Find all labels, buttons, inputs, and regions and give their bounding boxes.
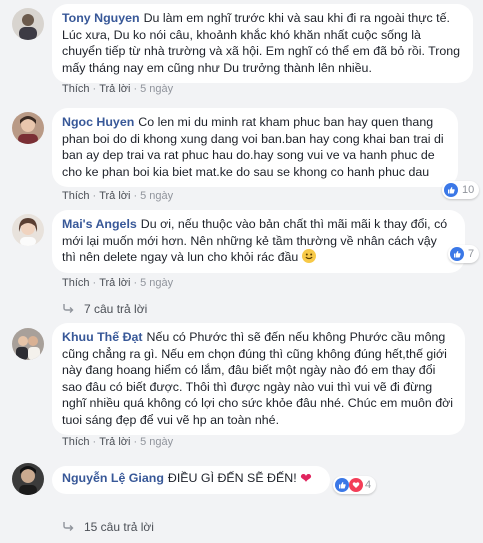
comment-time[interactable]: 5 ngày — [140, 190, 173, 202]
like-link[interactable]: Thích — [62, 190, 90, 202]
reaction-count: 10 — [462, 184, 475, 196]
comment-actions: Thích · Trả lời · 5 ngày — [62, 277, 174, 289]
avatar[interactable] — [12, 8, 44, 40]
comment-time[interactable]: 5 ngày — [140, 277, 173, 289]
comment-author[interactable]: Tony Nguyen — [62, 11, 140, 25]
comment-actions: Thích · Trả lời · 5 ngày — [62, 190, 174, 202]
avatar[interactable] — [12, 328, 44, 360]
comment-bubble: Nguyễn Lệ Giang ĐIỀU GÌ ĐẾN SẼ ĐẾN! ❤ — [52, 466, 330, 494]
like-link[interactable]: Thích — [62, 83, 90, 95]
comment-bubble: Ngoc Huyen Co len mi du minh rat kham phu… — [52, 108, 458, 187]
comment-bubble: Tony Nguyen Du làm em nghĩ trước khi và s… — [52, 4, 473, 83]
comment-author[interactable]: Mai's Angels — [62, 217, 137, 231]
view-replies-link[interactable]: 15 câu trả lời — [62, 520, 154, 534]
replies-count[interactable]: 7 câu trả lời — [84, 302, 147, 316]
reply-link[interactable]: Trả lời — [99, 83, 130, 95]
like-link[interactable]: Thích — [62, 436, 90, 448]
reply-link[interactable]: Trả lời — [99, 277, 130, 289]
comment-author[interactable]: Nguyễn Lệ Giang — [62, 471, 164, 485]
like-icon — [444, 183, 458, 197]
comment-author[interactable]: Khuu Thế Đạt — [62, 330, 143, 344]
avatar[interactable] — [12, 214, 44, 246]
reaction-summary[interactable]: 7 — [448, 245, 480, 263]
reply-arrow-icon — [62, 302, 74, 316]
comment-time[interactable]: 5 ngày — [140, 436, 173, 448]
reaction-summary[interactable]: 10 — [442, 181, 480, 199]
comment-actions: Thích · Trả lời · 5 ngày — [62, 436, 174, 448]
reply-arrow-icon — [62, 520, 74, 534]
replies-count[interactable]: 15 câu trả lời — [84, 520, 154, 534]
heart-icon: ❤ — [300, 470, 312, 486]
comment-text: ĐIỀU GÌ ĐẾN SẼ ĐẾN! — [167, 471, 297, 485]
comment-bubble: Khuu Thế Đạt Nếu có Phước thì sẽ đến nếu … — [52, 323, 465, 435]
comment-bubble: Mai's Angels Du ơi, nếu thuộc vào bản chấ… — [52, 210, 465, 273]
reaction-count: 4 — [365, 479, 372, 491]
comment-time[interactable]: 5 ngày — [140, 83, 173, 95]
reply-link[interactable]: Trả lời — [99, 436, 130, 448]
smile-emoji-icon — [301, 249, 316, 263]
view-replies-link[interactable]: 7 câu trả lời — [62, 302, 147, 316]
like-icon — [335, 478, 349, 492]
reaction-count: 7 — [468, 248, 475, 260]
reply-link[interactable]: Trả lời — [99, 190, 130, 202]
heart-icon — [349, 478, 363, 492]
avatar[interactable] — [12, 112, 44, 144]
comment-text: Nếu có Phước thì sẽ đến nếu không Phước … — [62, 330, 454, 427]
avatar[interactable] — [12, 463, 44, 495]
comment-actions: Thích · Trả lời · 5 ngày — [62, 83, 174, 95]
like-icon — [450, 247, 464, 261]
like-link[interactable]: Thích — [62, 277, 90, 289]
reaction-summary[interactable]: 4 — [333, 476, 377, 494]
comment-author[interactable]: Ngoc Huyen — [62, 115, 134, 129]
